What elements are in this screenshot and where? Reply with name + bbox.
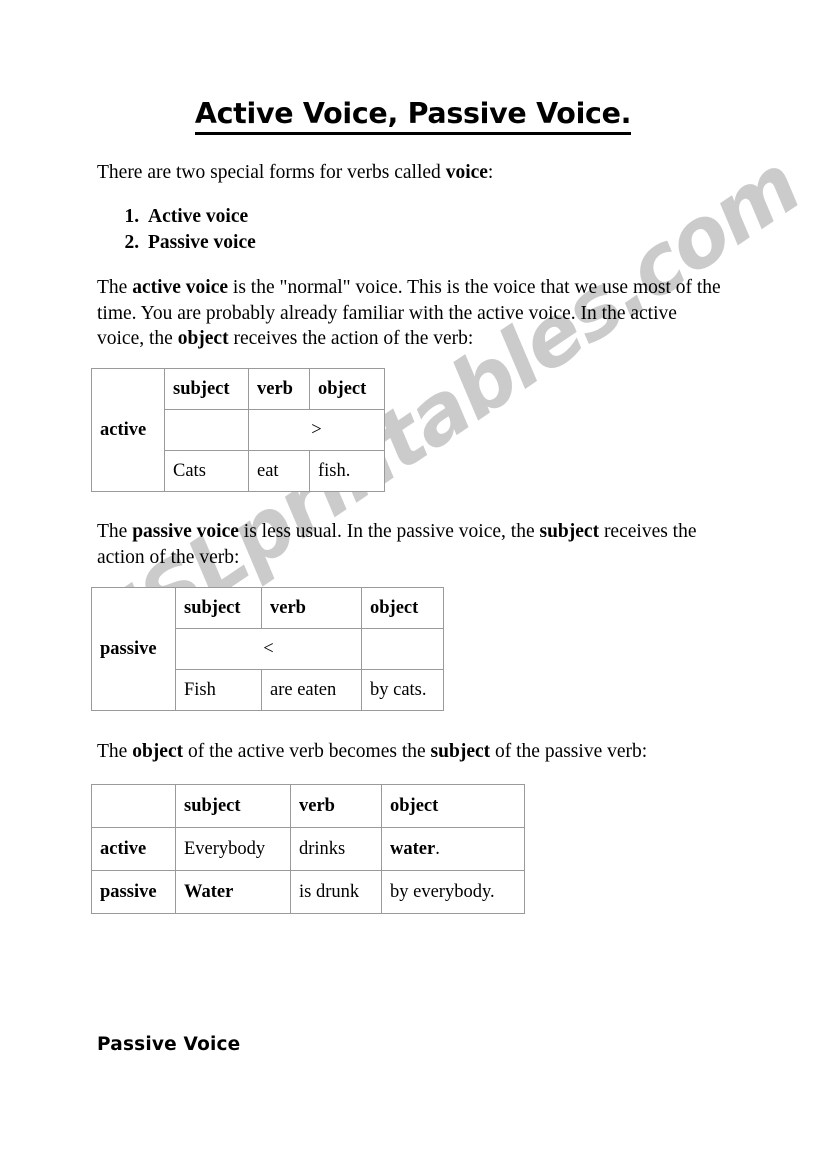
cell-empty — [362, 629, 443, 669]
active-text-bold-2: object — [177, 328, 229, 350]
list-item: Passive voice — [144, 230, 544, 256]
table-row: active subject verb object — [92, 369, 384, 491]
list-item: Active voice — [144, 204, 544, 230]
row-label-passive: passive — [92, 588, 175, 710]
header-object: object — [310, 369, 384, 409]
cell-empty — [165, 410, 248, 450]
voices-list: Active voice Passive voice — [97, 204, 544, 255]
document-page: Active Voice, Passive Voice. There are t… — [0, 0, 826, 1169]
cell-verb-active: drinks — [291, 828, 381, 870]
bottom-heading: Passive Voice — [97, 1034, 241, 1055]
table-active-cats: active subject verb object > Cats eat fi… — [91, 368, 385, 492]
header-subject: subject — [176, 588, 261, 628]
table-row: active Everybody drinks water. — [92, 828, 524, 870]
passive-text-1: The — [97, 521, 133, 542]
cell-object-active-bold: water — [390, 839, 436, 859]
cell-subject-example: Cats — [165, 451, 248, 491]
intro-text-after: : — [487, 162, 494, 183]
object-text-2: of the active verb becomes the — [183, 741, 431, 762]
passive-text-bold-1: passive voice — [132, 521, 239, 542]
paragraph-intro: There are two special forms for verbs ca… — [97, 160, 737, 186]
intro-text-before: There are two special forms for verbs ca… — [97, 162, 446, 183]
cell-object-passive-text: by everybody. — [390, 882, 495, 902]
cell-object-active: water. — [382, 828, 524, 870]
page-title: Active Voice, Passive Voice. — [0, 97, 826, 135]
header-verb: verb — [249, 369, 309, 409]
row-label-passive: passive — [92, 871, 175, 913]
table-row: passive subject verb object — [92, 588, 443, 710]
cell-verb-passive: is drunk — [291, 871, 381, 913]
table-row: passive Water is drunk by everybody. — [92, 871, 524, 913]
table-row: subject verb object — [92, 785, 524, 827]
cell-verb-example: eat — [249, 451, 309, 491]
passive-text-bold-2: subject — [539, 521, 600, 542]
header-verb: verb — [262, 588, 361, 628]
cell-object-passive: by everybody. — [382, 871, 524, 913]
active-text-3: receives the action of the verb: — [228, 328, 474, 350]
header-subject: subject — [165, 369, 248, 409]
row-label-active: active — [92, 369, 164, 491]
cell-direction-arrow: > — [249, 410, 384, 450]
active-text-bold-1: active voice — [132, 277, 229, 298]
header-object: object — [382, 785, 524, 827]
cell-verb-example: are eaten — [262, 670, 361, 710]
header-verb: verb — [291, 785, 381, 827]
paragraph-passive-voice: The passive voice is less usual. In the … — [97, 519, 697, 570]
header-object: object — [362, 588, 443, 628]
cell-subject-passive-bold: Water — [184, 882, 234, 902]
table-water-example: subject verb object active Everybody dri… — [91, 784, 525, 914]
cell-direction-arrow: < — [176, 629, 361, 669]
object-text-3: of the passive verb: — [490, 741, 648, 762]
row-label-active: active — [92, 828, 175, 870]
object-text-bold-1: object — [132, 741, 184, 762]
header-subject: subject — [176, 785, 290, 827]
cell-subject-example: Fish — [176, 670, 261, 710]
cell-subject-passive: Water — [176, 871, 290, 913]
object-text-bold-2: subject — [430, 741, 491, 762]
cell-empty — [92, 785, 175, 827]
table-passive-fish: passive subject verb object < Fish are e… — [91, 587, 444, 711]
cell-object-example: by cats. — [362, 670, 443, 710]
paragraph-object-becomes-subject: The object of the active verb becomes th… — [97, 739, 757, 765]
cell-object-example: fish. — [310, 451, 384, 491]
active-text-1: The — [97, 277, 133, 298]
intro-text-bold: voice — [445, 162, 488, 183]
cell-subject-active: Everybody — [176, 828, 290, 870]
paragraph-active-voice: The active voice is the "normal" voice. … — [97, 275, 721, 352]
passive-text-2: is less usual. In the passive voice, the — [238, 521, 540, 542]
page-title-text: Active Voice, Passive Voice. — [194, 97, 631, 135]
cell-object-active-tail: . — [435, 839, 440, 859]
object-text-1: The — [97, 741, 133, 762]
